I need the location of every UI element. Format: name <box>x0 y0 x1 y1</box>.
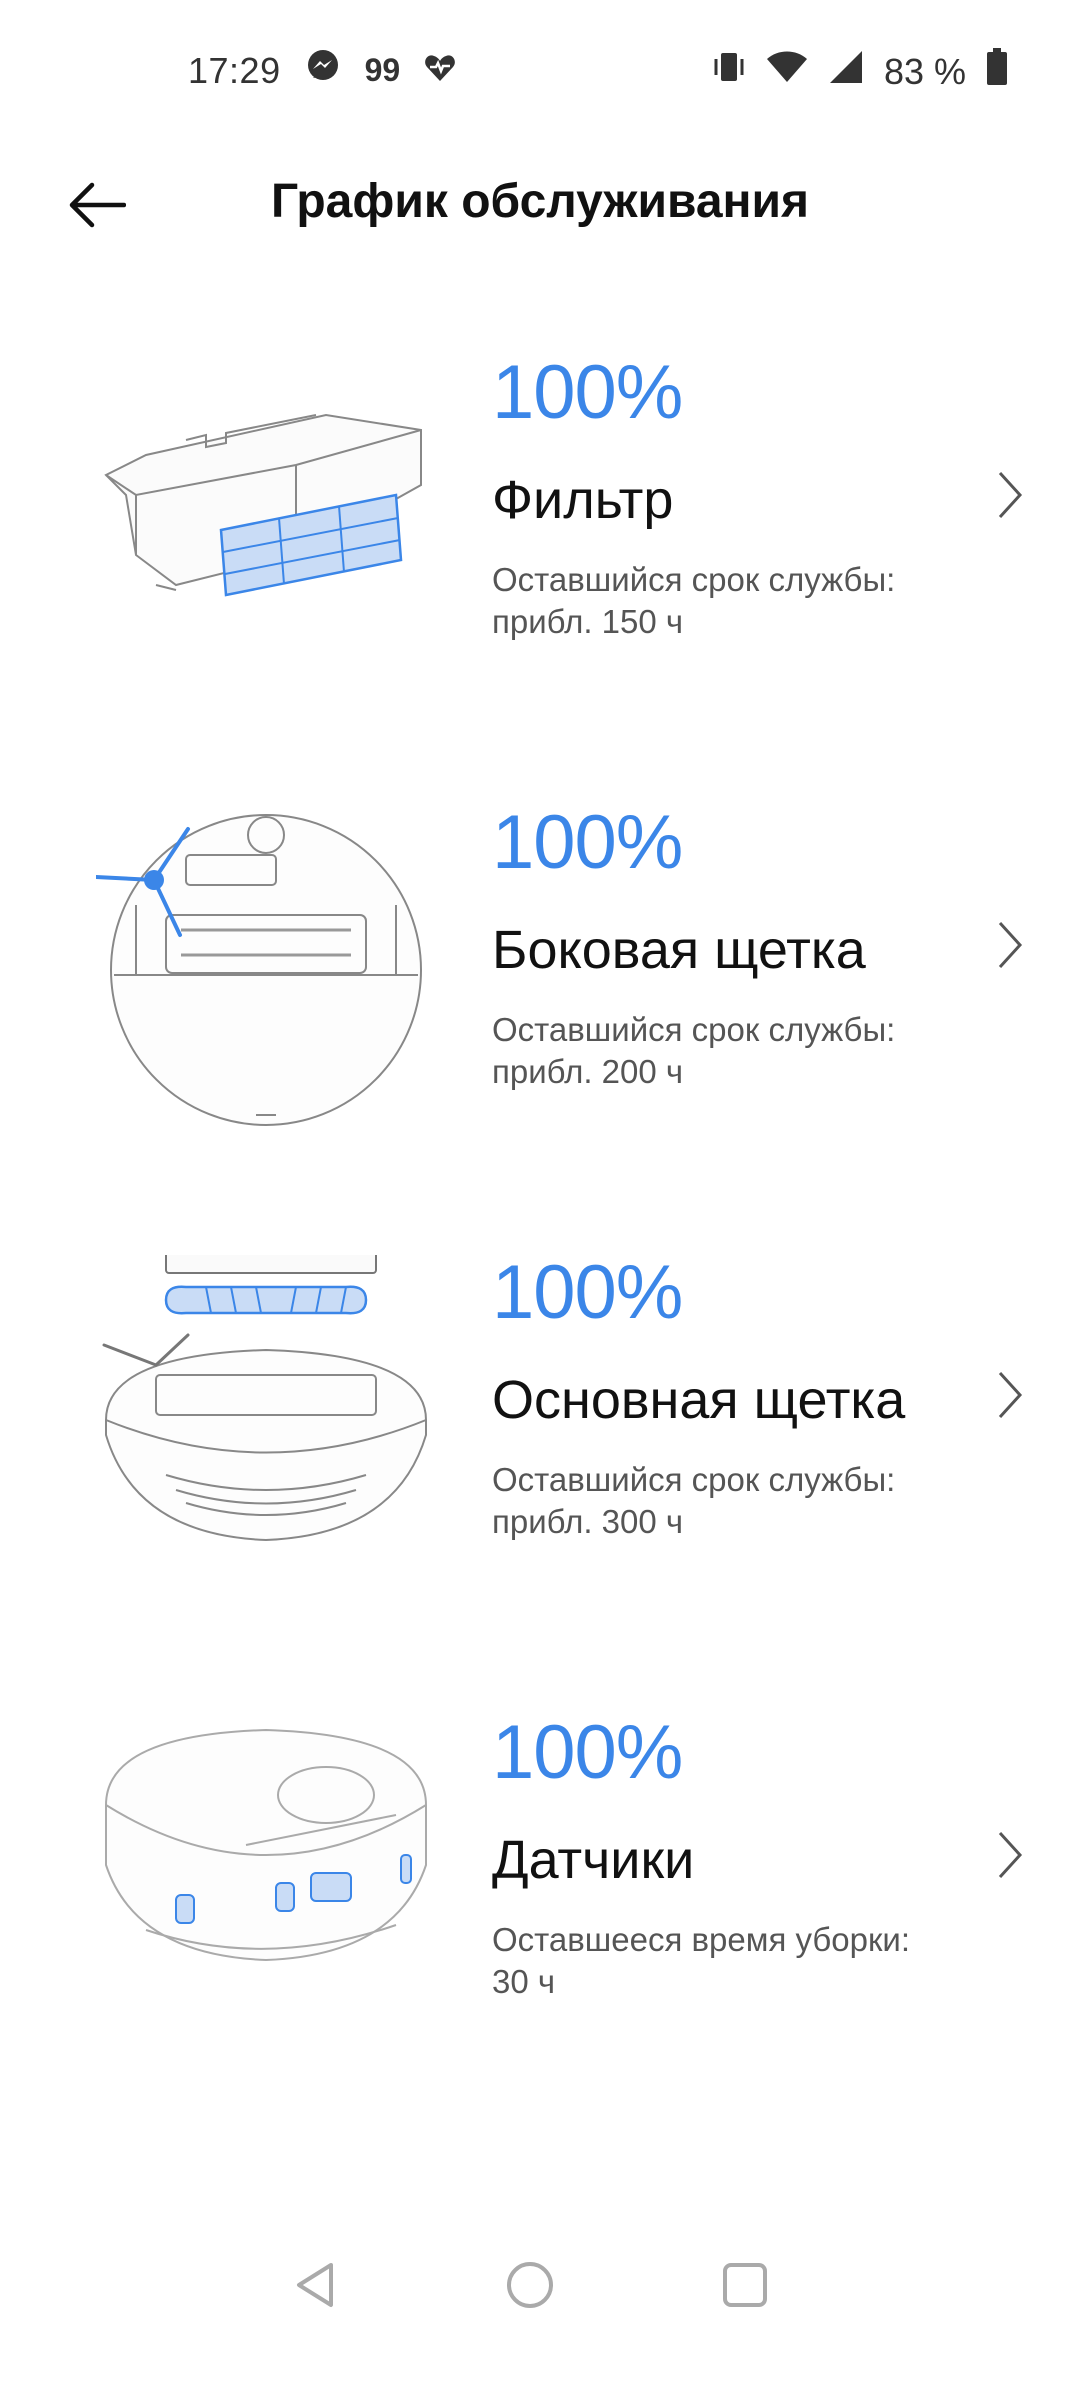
chevron-right-icon <box>998 471 1023 519</box>
signal-icon <box>828 49 864 94</box>
main-brush-image <box>96 1244 436 1585</box>
app-header: График обслуживания <box>0 150 1080 260</box>
vibrate-icon <box>712 49 746 94</box>
item-text: 100% Фильтр Оставшийся срок службы: приб… <box>492 355 972 643</box>
item-remaining-value: прибл. 300 ч <box>492 1503 684 1541</box>
notification-count: 99 <box>364 52 401 88</box>
side-brush-image <box>94 805 436 1135</box>
chevron-right-icon <box>998 1831 1023 1879</box>
item-remaining: Оставшийся срок службы: прибл. 300 ч <box>492 1459 972 1543</box>
item-text: 100% Боковая щетка Оставшийся срок служб… <box>492 805 972 1093</box>
nav-back-icon <box>297 2263 333 2307</box>
chevron-right-icon <box>998 921 1023 969</box>
nav-home-icon <box>507 2262 553 2308</box>
filter-image <box>96 355 436 685</box>
item-text: 100% Датчики Оставшееся время уборки: 30… <box>492 1715 972 2003</box>
system-nav-bar <box>0 2230 1080 2340</box>
status-right: 83 % <box>712 48 1008 95</box>
sensors-image <box>96 1715 436 2045</box>
item-percent: 100% <box>492 1710 683 1795</box>
item-remaining-value: прибл. 150 ч <box>492 603 684 641</box>
item-remaining-label: Оставшееся время уборки: <box>492 1921 910 1958</box>
item-remaining: Оставшийся срок службы: прибл. 150 ч <box>492 559 972 643</box>
battery-percent: 83 % <box>883 50 966 92</box>
item-name: Датчики <box>492 1830 695 1890</box>
heart-pulse-icon <box>424 50 456 92</box>
item-remaining-value: 30 ч <box>492 1963 556 2001</box>
item-remaining-label: Оставшийся срок службы: <box>492 561 896 598</box>
status-bar: 17:29 99 83 % <box>0 0 1080 140</box>
battery-icon <box>986 48 1008 95</box>
item-percent: 100% <box>492 1250 683 1335</box>
item-remaining-value: прибл. 200 ч <box>492 1053 684 1091</box>
item-name: Боковая щетка <box>492 920 866 980</box>
status-time: 17:29 <box>188 49 281 91</box>
item-percent: 100% <box>492 800 683 885</box>
maintenance-item-main-brush[interactable]: 100% Основная щетка Оставшийся срок служ… <box>0 1244 1080 1585</box>
messenger-icon <box>305 48 341 93</box>
nav-back-button[interactable] <box>280 2250 350 2320</box>
page-title: График обслуживания <box>270 175 810 228</box>
item-name: Основная щетка <box>492 1370 906 1430</box>
chevron-right-icon <box>998 1371 1023 1419</box>
status-left: 17:29 99 <box>188 48 456 93</box>
nav-recents-icon <box>723 2263 767 2307</box>
nav-home-button[interactable] <box>495 2250 565 2320</box>
maintenance-item-filter[interactable]: 100% Фильтр Оставшийся срок службы: приб… <box>0 355 1080 685</box>
item-name: Фильтр <box>492 470 674 530</box>
maintenance-item-side-brush[interactable]: 100% Боковая щетка Оставшийся срок служб… <box>0 805 1080 1135</box>
item-remaining: Оставшийся срок службы: прибл. 200 ч <box>492 1009 972 1093</box>
item-remaining-label: Оставшийся срок службы: <box>492 1461 896 1498</box>
wifi-icon <box>766 50 808 93</box>
item-remaining: Оставшееся время уборки: 30 ч <box>492 1919 972 2003</box>
maintenance-item-sensors[interactable]: 100% Датчики Оставшееся время уборки: 30… <box>0 1715 1080 2045</box>
item-remaining-label: Оставшийся срок службы: <box>492 1011 896 1048</box>
nav-recents-button[interactable] <box>710 2250 780 2320</box>
item-percent: 100% <box>492 350 683 435</box>
item-text: 100% Основная щетка Оставшийся срок служ… <box>492 1255 972 1543</box>
